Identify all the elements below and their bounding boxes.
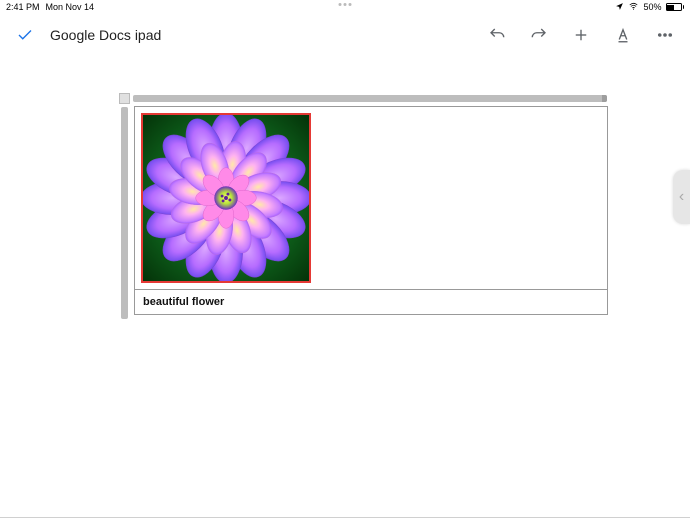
app-toolbar: Google Docs ipad	[0, 14, 690, 56]
insert-button[interactable]	[570, 24, 592, 46]
wifi-icon	[628, 2, 639, 13]
ruler-corner	[119, 93, 130, 104]
battery-percent: 50%	[643, 2, 661, 12]
document-page[interactable]: beautiful flower	[134, 106, 608, 315]
side-panel-tab[interactable]: ‹	[673, 170, 690, 224]
status-date: Mon Nov 14	[46, 2, 95, 12]
vertical-ruler[interactable]	[121, 107, 128, 319]
confirm-button[interactable]	[14, 24, 36, 46]
battery-icon	[666, 3, 685, 11]
status-time: 2:41 PM	[6, 2, 40, 12]
horizontal-ruler[interactable]	[133, 95, 607, 102]
flower-image[interactable]	[141, 113, 311, 283]
location-icon	[615, 2, 624, 13]
document-title[interactable]: Google Docs ipad	[50, 27, 472, 43]
caption-cell[interactable]: beautiful flower	[135, 289, 607, 314]
status-bar: 2:41 PM Mon Nov 14 50%	[0, 0, 690, 14]
caption-text: beautiful flower	[143, 296, 224, 308]
undo-button[interactable]	[486, 24, 508, 46]
redo-button[interactable]	[528, 24, 550, 46]
text-format-button[interactable]	[612, 24, 634, 46]
more-button[interactable]	[654, 24, 676, 46]
multitask-dots-icon[interactable]	[339, 3, 352, 6]
image-cell[interactable]	[135, 107, 607, 289]
